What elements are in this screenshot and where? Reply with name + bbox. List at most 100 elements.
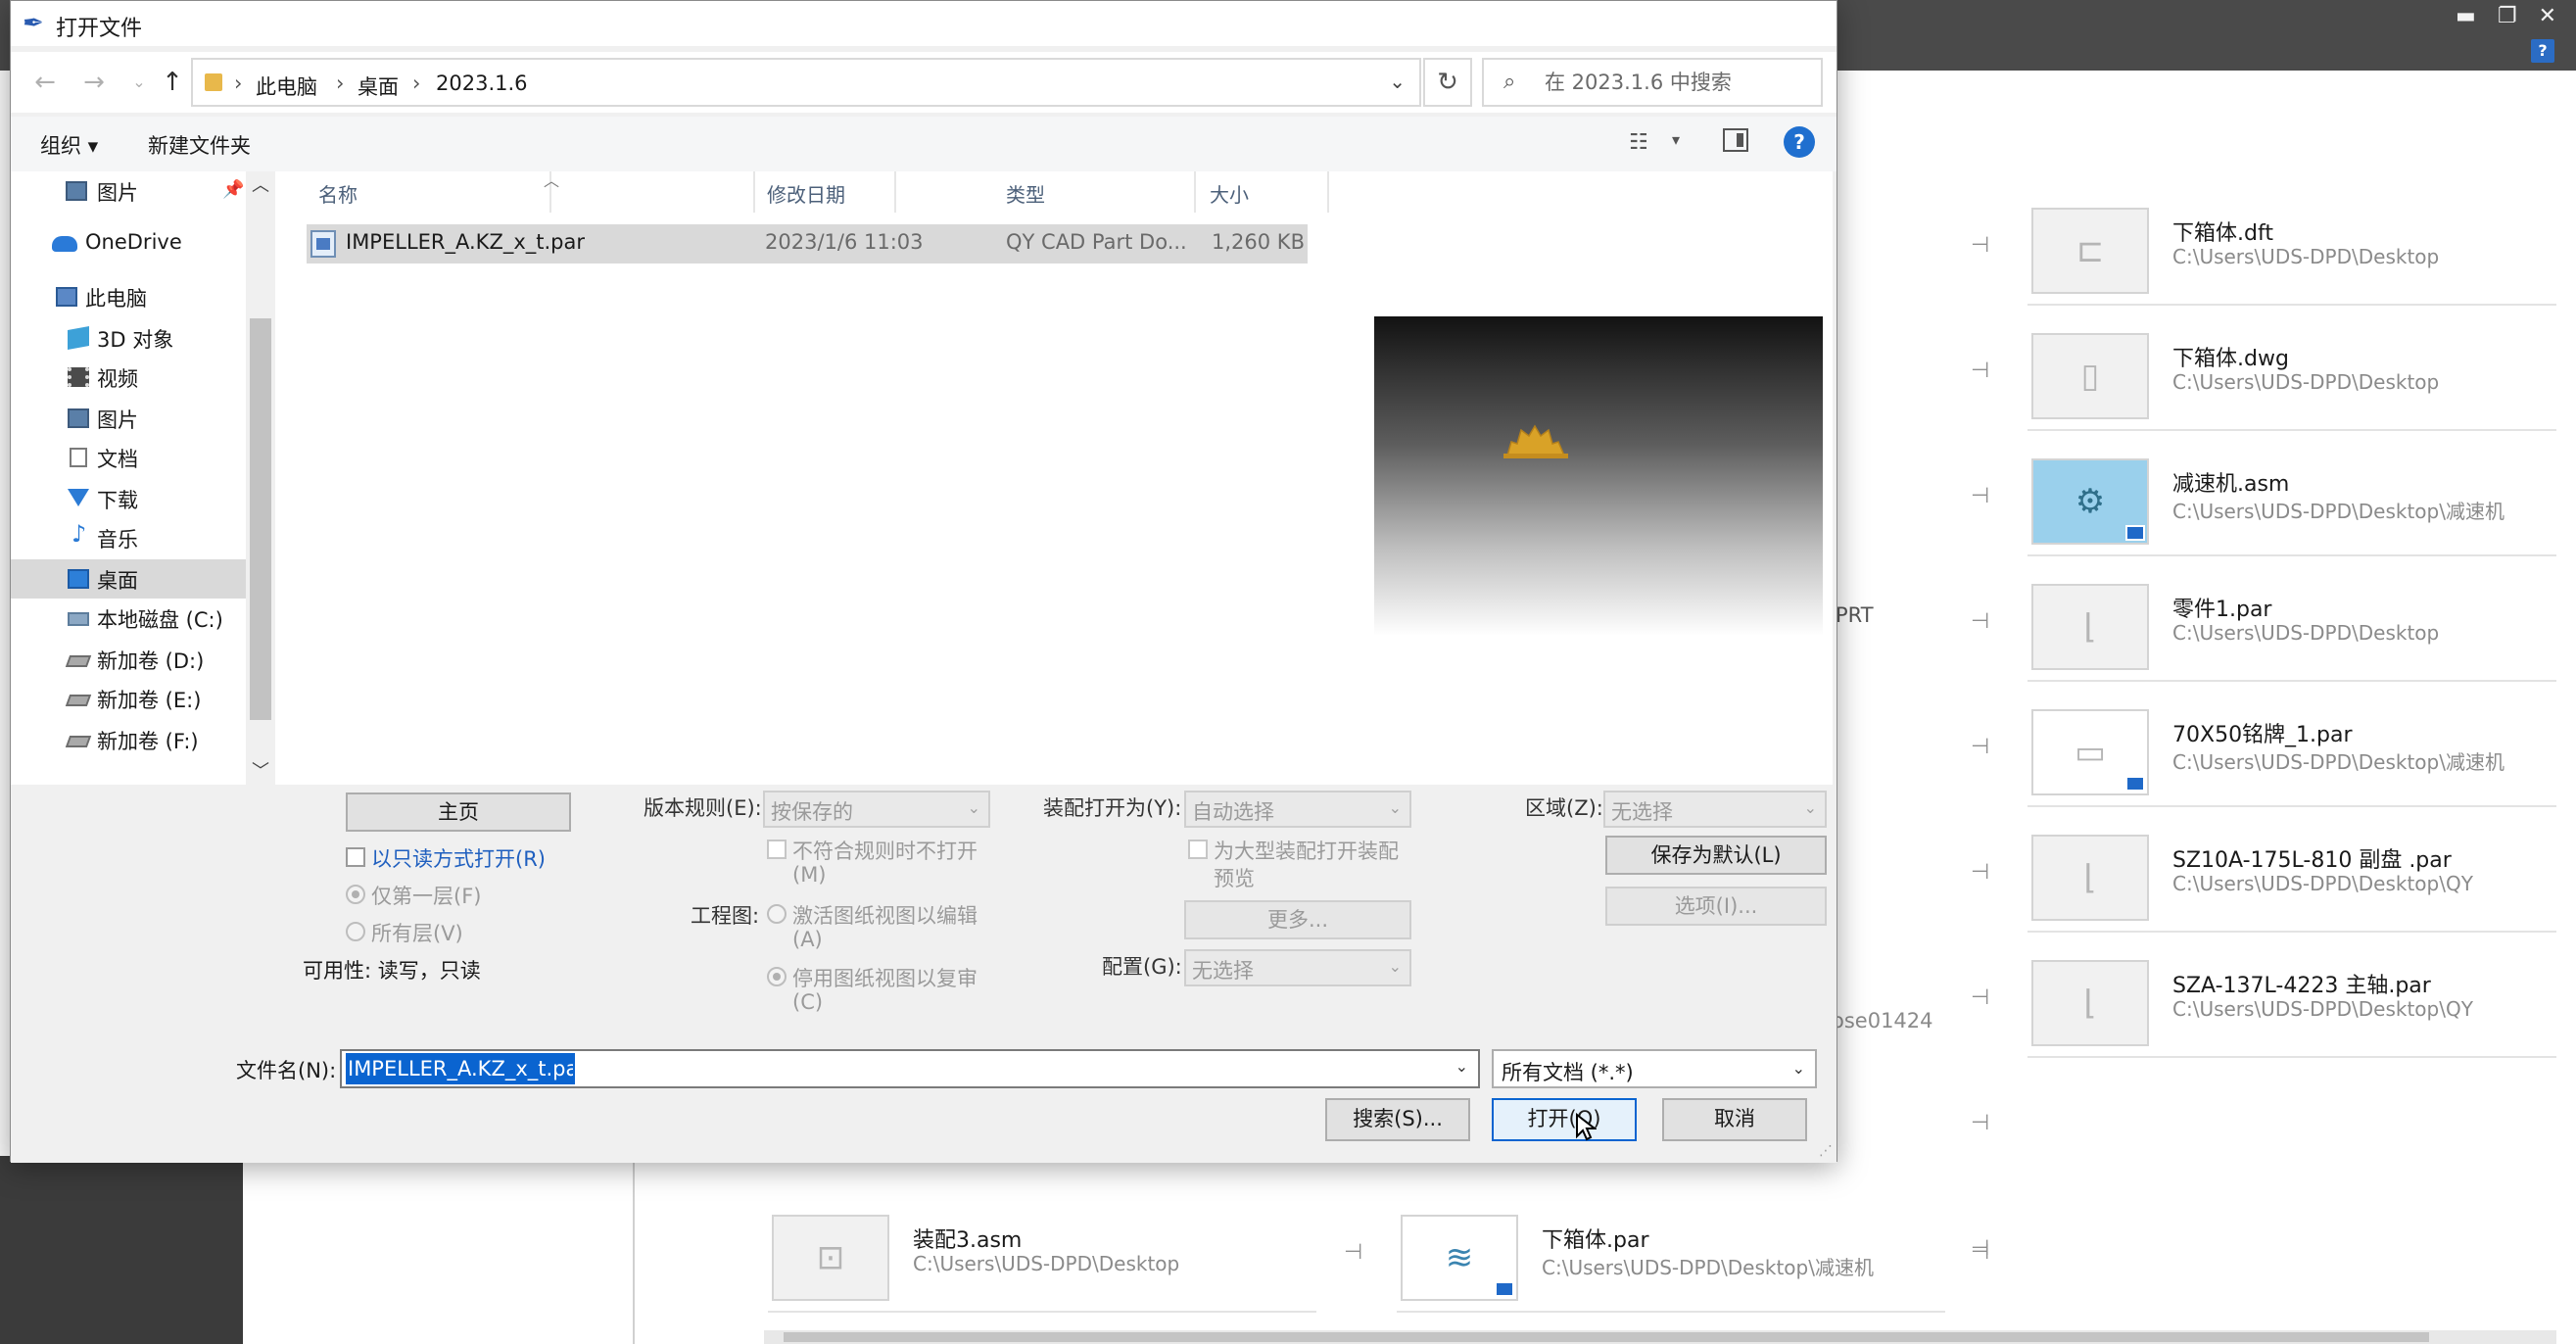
readonly-label[interactable]: 以只读方式打开(R) xyxy=(371,843,546,873)
pin-icon[interactable]: ⊣ xyxy=(1971,860,1989,885)
search-button[interactable]: 搜索(S)... xyxy=(1325,1098,1470,1141)
open-button[interactable]: 打开(O) xyxy=(1492,1098,1637,1141)
navigation-scrollbar[interactable]: ︿ ﹀ xyxy=(246,171,275,785)
pin-icon[interactable]: ⊣ xyxy=(1971,609,1989,634)
options-button[interactable]: 选项(I)... xyxy=(1605,887,1827,926)
filename-combobox[interactable]: ⌄ xyxy=(340,1049,1480,1088)
new-folder-button[interactable]: 新建文件夹 xyxy=(148,130,251,160)
save-default-button[interactable]: 保存为默认(L) xyxy=(1605,836,1827,875)
cancel-button[interactable]: 取消 xyxy=(1662,1098,1807,1141)
minimize-icon[interactable]: ▬ xyxy=(2456,4,2476,28)
chevron-down-icon[interactable]: ⌄ xyxy=(1455,1057,1468,1076)
horizontal-scrollbar[interactable] xyxy=(764,1330,2556,1344)
activate-drawing-radio[interactable] xyxy=(767,904,787,924)
restore-icon[interactable]: ❐ xyxy=(2498,4,2517,28)
scroll-up-arrow-icon[interactable]: ︿ xyxy=(252,171,269,197)
scroll-down-arrow-icon[interactable]: ﹀ xyxy=(252,757,269,783)
pin-icon[interactable]: ⊣ xyxy=(1971,985,1989,1010)
nav-item-pictures-quick[interactable]: 图片 📌 xyxy=(11,171,246,211)
pin-icon[interactable]: ⊣ xyxy=(1971,1240,1989,1265)
recent-file-item[interactable]: ⊣ ⌊ SZ10A-175L-810 副盘 .par C:\Users\UDS-… xyxy=(1971,823,2556,933)
pin-icon[interactable]: ⊣ xyxy=(1971,359,1989,383)
pin-icon[interactable]: ⊣ xyxy=(1971,735,1989,759)
back-arrow-icon[interactable]: ← xyxy=(30,66,60,99)
refresh-icon[interactable]: ↻ xyxy=(1423,58,1472,107)
view-dropdown-chevron-icon[interactable]: ▾ xyxy=(1672,130,1680,149)
address-bar[interactable]: › 此电脑 › 桌面 › 2023.1.6 ⌄ xyxy=(191,58,1421,107)
recent-locations-chevron-icon[interactable]: ⌄ xyxy=(124,66,154,99)
breadcrumb-desktop[interactable]: 桌面 xyxy=(358,72,399,101)
column-header-label: 修改日期 xyxy=(767,183,845,207)
filename-input[interactable] xyxy=(346,1053,575,1084)
breadcrumb-this-pc[interactable]: 此电脑 xyxy=(256,72,317,101)
file-row-selected[interactable]: IMPELLER_A.KZ_x_t.par 2023/1/6 11:03 QY … xyxy=(307,224,1308,264)
recent-file-item[interactable]: ⊣ xyxy=(1971,1074,2556,1183)
nav-item-documents[interactable]: 文档 xyxy=(11,438,246,477)
open-file-dialog: ✒ 打开文件 ← → ⌄ ↑ › 此电脑 › 桌面 › 2023.1.6 ⌄ ↻… xyxy=(10,0,1837,1163)
search-box[interactable]: ⌕ xyxy=(1482,58,1823,107)
home-button[interactable]: 主页 xyxy=(346,792,571,832)
recent-file-item[interactable]: ⊣ ⌊ SZA-137L-4223 主轴.par C:\Users\UDS-DP… xyxy=(1971,948,2556,1058)
up-arrow-icon[interactable]: ↑ xyxy=(158,66,187,99)
forward-arrow-icon[interactable]: → xyxy=(79,66,109,99)
nav-item-label: 下载 xyxy=(97,489,138,512)
pin-icon[interactable]: ⊣ xyxy=(1971,484,1989,508)
preview-pane-icon[interactable] xyxy=(1723,128,1748,152)
column-header-date[interactable]: 修改日期 xyxy=(753,171,896,213)
nav-item-downloads[interactable]: 下载 xyxy=(11,479,246,518)
first-layer-radio[interactable] xyxy=(346,885,365,904)
address-dropdown-chevron-icon[interactable]: ⌄ xyxy=(1389,70,1406,93)
nav-item-3d-objects[interactable]: 3D 对象 xyxy=(11,318,246,358)
large-assembly-checkbox[interactable] xyxy=(1188,840,1208,859)
config-select[interactable]: 无选择 ⌄ xyxy=(1184,949,1411,986)
breadcrumb-separator[interactable]: › xyxy=(234,72,242,95)
organize-menu-button[interactable]: 组织 ▾ xyxy=(40,130,98,160)
recent-file-item[interactable]: ≋ 下箱体.par C:\Users\UDS-DPD\Desktop\减速机 ⊣ xyxy=(1397,1203,1989,1313)
assembly-open-select[interactable]: 自动选择 ⌄ xyxy=(1184,791,1411,828)
zone-select[interactable]: 无选择 ⌄ xyxy=(1603,791,1827,828)
deactivate-drawing-radio[interactable] xyxy=(767,967,787,986)
file-type-filter-select[interactable]: 所有文档 (*.*) ⌄ xyxy=(1492,1049,1817,1088)
nav-item-this-pc[interactable]: 此电脑 xyxy=(11,277,246,316)
search-input[interactable] xyxy=(1545,66,1809,99)
recent-file-item[interactable]: ⊣ ⌊ 零件1.par C:\Users\UDS-DPD\Desktop xyxy=(1971,572,2556,682)
all-layers-radio[interactable] xyxy=(346,922,365,941)
help-icon[interactable]: ? xyxy=(1784,126,1815,158)
recent-file-item[interactable]: ⊣ ▯ 下箱体.dwg C:\Users\UDS-DPD\Desktop xyxy=(1971,321,2556,431)
version-rule-select[interactable]: 按保存的 ⌄ xyxy=(763,791,990,828)
recent-file-item[interactable]: ⊣ ⚙ 减速机.asm C:\Users\UDS-DPD\Desktop\减速机 xyxy=(1971,447,2556,556)
nav-item-desktop[interactable]: 桌面 xyxy=(11,559,246,599)
pin-icon[interactable]: ⊣ xyxy=(1344,1240,1362,1265)
recent-file-path: C:\Users\UDS-DPD\Desktop\QY xyxy=(2172,872,2473,895)
nav-item-volume-e[interactable]: 新加卷 (E:) xyxy=(11,679,246,718)
column-header-size[interactable]: 大小 xyxy=(1198,171,1329,213)
nav-item-volume-d[interactable]: 新加卷 (D:) xyxy=(11,640,246,679)
view-options-icon[interactable]: ☷ xyxy=(1629,130,1648,155)
nav-item-onedrive[interactable]: OneDrive xyxy=(11,224,246,264)
nav-item-pictures[interactable]: 图片 xyxy=(11,399,246,438)
breadcrumb-separator[interactable]: › xyxy=(412,72,420,95)
recent-file-item[interactable]: ⊡ 装配3.asm C:\Users\UDS-DPD\Desktop ⊣ xyxy=(768,1203,1362,1313)
nonconform-checkbox[interactable] xyxy=(767,840,787,859)
nav-item-music[interactable]: ♪ 音乐 xyxy=(11,518,246,557)
nav-item-local-disk-c[interactable]: 本地磁盘 (C:) xyxy=(11,599,246,638)
help-icon[interactable]: ? xyxy=(2531,39,2554,63)
nav-item-videos[interactable]: 视频 xyxy=(11,358,246,397)
breadcrumb-separator[interactable]: › xyxy=(336,72,344,95)
pin-icon[interactable]: ⊣ xyxy=(1971,1111,1989,1135)
close-icon[interactable]: ✕ xyxy=(2539,4,2556,28)
readonly-checkbox[interactable] xyxy=(346,847,365,867)
column-header-name[interactable]: 名称 ︿ xyxy=(307,171,559,213)
more-button[interactable]: 更多... xyxy=(1184,900,1411,939)
scrollbar-thumb[interactable] xyxy=(784,1332,2429,1342)
scrollbar-thumb[interactable] xyxy=(250,318,271,720)
resize-grip-icon[interactable]: ⋰ xyxy=(1819,1143,1833,1159)
column-header-type[interactable]: 类型 xyxy=(994,171,1196,213)
pin-icon[interactable]: ⊣ xyxy=(1971,233,1989,258)
nav-item-volume-f[interactable]: 新加卷 (F:) xyxy=(11,720,246,759)
breadcrumb-current-folder[interactable]: 2023.1.6 xyxy=(436,72,528,95)
recent-file-item[interactable]: ⊣ ▭ 70X50铭牌_1.par C:\Users\UDS-DPD\Deskt… xyxy=(1971,697,2556,807)
recent-file-item[interactable]: ⊣ xyxy=(1971,1199,2556,1309)
pin-icon[interactable]: 📌 xyxy=(222,179,244,200)
recent-file-item[interactable]: ⊣ ⊏ 下箱体.dft C:\Users\UDS-DPD\Desktop xyxy=(1971,196,2556,306)
